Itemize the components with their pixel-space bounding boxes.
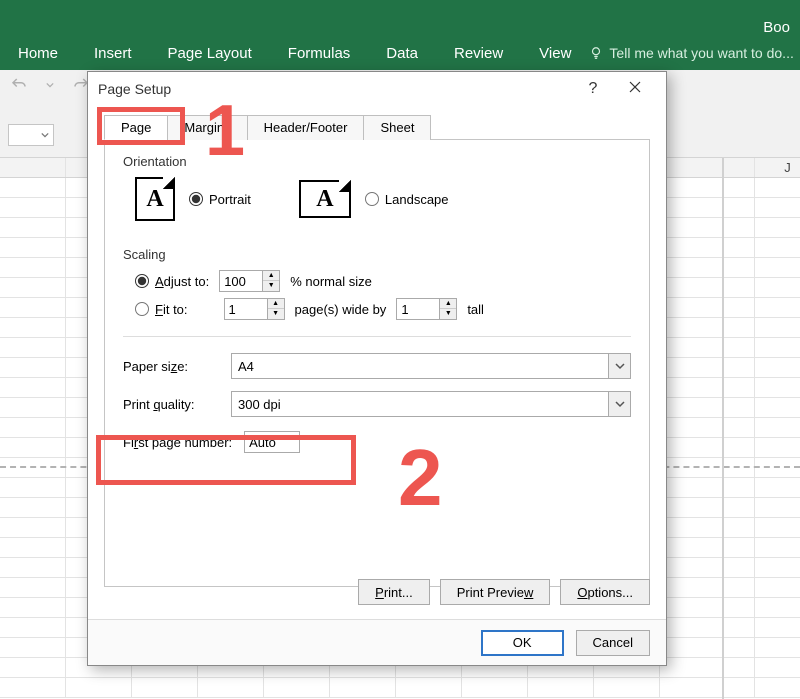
adjust-to-input[interactable] [219, 270, 263, 292]
print-preview-button[interactable]: Print Preview [440, 579, 551, 605]
print-quality-label: Print quality: [123, 397, 231, 412]
app-title: Boo [763, 19, 790, 36]
paper-size-select[interactable]: A4 [231, 353, 631, 379]
dropdown-button[interactable] [608, 354, 630, 378]
portrait-label: Portrait [209, 192, 251, 207]
tab-page[interactable]: Page [104, 115, 168, 140]
close-button[interactable] [614, 80, 656, 99]
ribbon-tab-home[interactable]: Home [0, 36, 76, 70]
dropdown-button[interactable] [608, 392, 630, 416]
ribbon-tab-view[interactable]: View [521, 36, 589, 70]
spin-down-icon[interactable]: ▼ [440, 309, 456, 319]
print-button[interactable]: Print... [358, 579, 430, 605]
fit-to-radio-input[interactable] [135, 302, 149, 316]
spin-up-icon[interactable]: ▲ [263, 271, 279, 281]
adjust-to-radio[interactable]: Adjust to: [135, 274, 209, 289]
paper-size-label: Paper size: [123, 359, 231, 374]
spin-up-icon[interactable]: ▲ [268, 299, 284, 309]
dialog-title: Page Setup [98, 81, 171, 97]
help-button[interactable]: ? [572, 80, 614, 98]
name-box[interactable] [8, 124, 54, 146]
fit-wide-spinner[interactable]: ▲▼ [224, 298, 285, 320]
adjust-to-label: Adjust to: [155, 274, 209, 289]
portrait-icon: A [135, 177, 175, 221]
fit-tall-input[interactable] [396, 298, 440, 320]
ribbon-tab-insert[interactable]: Insert [76, 36, 150, 70]
fit-tall-spinner[interactable]: ▲▼ [396, 298, 457, 320]
ribbon-tabs: Home Insert Page Layout Formulas Data Re… [0, 36, 800, 70]
chevron-down-icon [41, 131, 49, 139]
options-button[interactable]: Options... [560, 579, 650, 605]
first-page-number-label: First page number: [123, 435, 232, 450]
adjust-to-radio-input[interactable] [135, 274, 149, 288]
chevron-down-icon[interactable] [46, 81, 54, 89]
spin-down-icon[interactable]: ▼ [263, 281, 279, 291]
fit-to-label: Fit to: [155, 302, 188, 317]
print-quality-select[interactable]: 300 dpi [231, 391, 631, 417]
landscape-icon: A [299, 180, 351, 218]
dialog-tabs: Page Margins Header/Footer Sheet [104, 114, 650, 139]
ok-button[interactable]: OK [481, 630, 564, 656]
landscape-radio-input[interactable] [365, 192, 379, 206]
spin-down-icon[interactable]: ▼ [268, 309, 284, 319]
tell-me-box[interactable]: Tell me what you want to do... [589, 45, 793, 61]
app-titlebar: Boo [0, 0, 800, 36]
adjust-to-suffix: % normal size [290, 274, 372, 289]
adjust-to-spinner[interactable]: ▲▼ [219, 270, 280, 292]
col-header[interactable]: J [755, 158, 800, 177]
chevron-down-icon [615, 399, 625, 409]
scaling-section-title: Scaling [123, 247, 631, 262]
orientation-section-title: Orientation [123, 154, 631, 169]
chevron-down-icon [615, 361, 625, 371]
close-icon [628, 80, 642, 94]
fit-wide-suffix: page(s) wide by [295, 302, 387, 317]
ribbon-tab-formulas[interactable]: Formulas [270, 36, 369, 70]
paper-size-value: A4 [238, 359, 254, 374]
ribbon-tab-review[interactable]: Review [436, 36, 521, 70]
tab-sheet[interactable]: Sheet [363, 115, 431, 140]
print-quality-value: 300 dpi [238, 397, 281, 412]
page-setup-dialog: Page Setup ? Page Margins Header/Footer … [87, 71, 667, 666]
tab-panel-page: Orientation A Portrait A Landscape [104, 139, 650, 587]
ribbon-tab-data[interactable]: Data [368, 36, 436, 70]
col-header[interactable] [660, 158, 755, 177]
fit-wide-input[interactable] [224, 298, 268, 320]
ribbon-tab-pagelayout[interactable]: Page Layout [150, 36, 270, 70]
landscape-label: Landscape [385, 192, 449, 207]
cancel-button[interactable]: Cancel [576, 630, 650, 656]
fit-tall-suffix: tall [467, 302, 484, 317]
tab-margins[interactable]: Margins [167, 115, 247, 140]
portrait-radio-input[interactable] [189, 192, 203, 206]
landscape-radio[interactable]: Landscape [365, 192, 449, 207]
portrait-radio[interactable]: Portrait [189, 192, 251, 207]
tell-me-label: Tell me what you want to do... [609, 45, 793, 61]
lightbulb-icon [589, 46, 603, 60]
undo-icon[interactable] [10, 76, 28, 94]
col-header[interactable] [0, 158, 66, 177]
tab-header-footer[interactable]: Header/Footer [247, 115, 365, 140]
fit-to-radio[interactable]: Fit to: [135, 302, 188, 317]
first-page-number-input[interactable] [244, 431, 300, 453]
spin-up-icon[interactable]: ▲ [440, 299, 456, 309]
